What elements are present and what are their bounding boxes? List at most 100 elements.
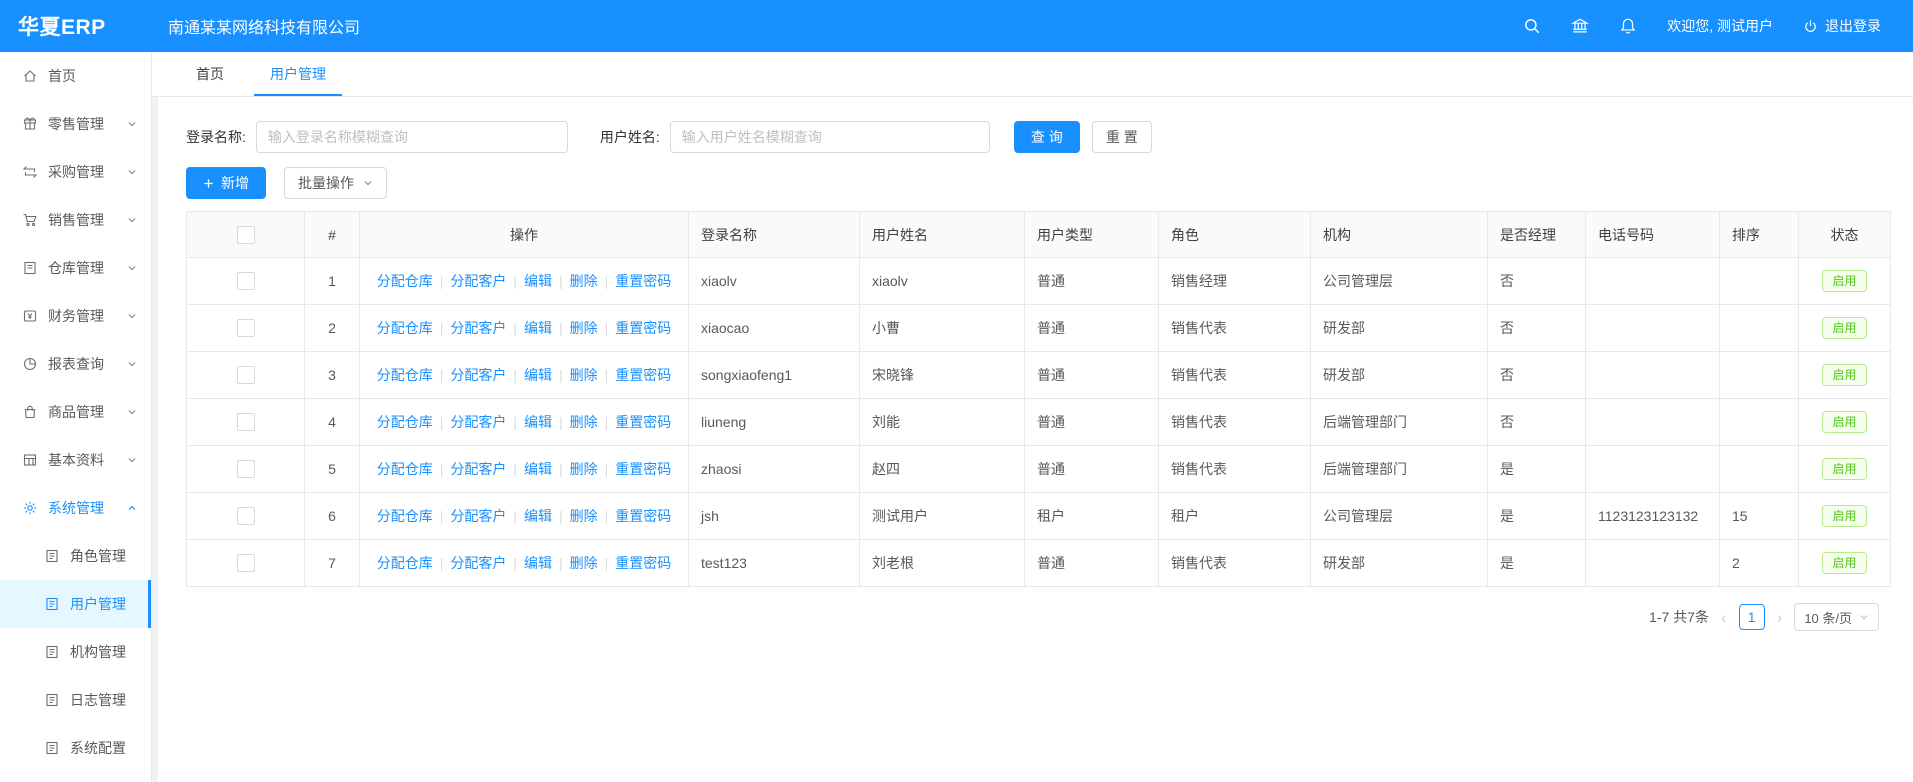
assign-customer-link[interactable]: 分配客户: [450, 555, 506, 571]
sidebar-item-finance[interactable]: 财务管理: [0, 292, 151, 340]
sidebar-item-purchase[interactable]: 采购管理: [0, 148, 151, 196]
batch-operations-button[interactable]: 批量操作: [284, 167, 387, 199]
sidebar-item-warehouse[interactable]: 仓库管理: [0, 244, 151, 292]
reset-button[interactable]: 重 置: [1092, 121, 1152, 153]
sidebar-item-retail[interactable]: 零售管理: [0, 100, 151, 148]
assign-warehouse-link[interactable]: 分配仓库: [377, 414, 433, 430]
prev-page-button[interactable]: ‹: [1718, 609, 1730, 626]
page-number-button[interactable]: 1: [1739, 604, 1765, 630]
link-separator: |: [513, 414, 517, 430]
delete-link[interactable]: 删除: [570, 367, 598, 383]
reset-password-link[interactable]: 重置密码: [615, 461, 671, 477]
bank-icon[interactable]: [1571, 17, 1589, 35]
sidebar-item-role-management[interactable]: 角色管理: [0, 532, 151, 580]
row-checkbox[interactable]: [237, 413, 255, 431]
reset-password-link[interactable]: 重置密码: [615, 508, 671, 524]
edit-link[interactable]: 编辑: [524, 367, 552, 383]
row-checkbox[interactable]: [237, 507, 255, 525]
status-badge[interactable]: 启用: [1822, 505, 1866, 527]
assign-warehouse-link[interactable]: 分配仓库: [377, 320, 433, 336]
reset-password-link[interactable]: 重置密码: [615, 320, 671, 336]
row-checkbox[interactable]: [237, 460, 255, 478]
menu-item-label: 系统管理: [48, 498, 127, 518]
chevron-down-icon: [1859, 612, 1869, 622]
link-separator: |: [559, 508, 563, 524]
tab-user-management[interactable]: 用户管理: [254, 52, 342, 96]
organization-cell: 研发部: [1311, 305, 1488, 352]
assign-warehouse-link[interactable]: 分配仓库: [377, 367, 433, 383]
add-button[interactable]: 新增: [186, 167, 266, 199]
delete-link[interactable]: 删除: [570, 273, 598, 289]
assign-warehouse-link[interactable]: 分配仓库: [377, 461, 433, 477]
column-header-status: 状态: [1799, 212, 1891, 258]
bag-icon: [22, 404, 38, 420]
doc-icon: [44, 692, 60, 708]
reset-password-link[interactable]: 重置密码: [615, 367, 671, 383]
delete-link[interactable]: 删除: [570, 555, 598, 571]
sidebar-item-sales[interactable]: 销售管理: [0, 196, 151, 244]
edit-link[interactable]: 编辑: [524, 320, 552, 336]
sidebar-menu: 首页零售管理采购管理销售管理仓库管理财务管理报表查询商品管理基本资料系统管理角色…: [0, 52, 151, 772]
user-type-cell: 普通: [1025, 258, 1159, 305]
sidebar-item-goods[interactable]: 商品管理: [0, 388, 151, 436]
select-all-checkbox[interactable]: [237, 226, 255, 244]
assign-customer-link[interactable]: 分配客户: [450, 367, 506, 383]
delete-link[interactable]: 删除: [570, 414, 598, 430]
sidebar-item-basic-data[interactable]: 基本资料: [0, 436, 151, 484]
edit-link[interactable]: 编辑: [524, 461, 552, 477]
organization-cell: 公司管理层: [1311, 258, 1488, 305]
edit-link[interactable]: 编辑: [524, 273, 552, 289]
user-name-input[interactable]: [670, 121, 990, 153]
status-badge[interactable]: 启用: [1822, 364, 1866, 386]
delete-link[interactable]: 删除: [570, 508, 598, 524]
row-checkbox[interactable]: [237, 319, 255, 337]
reset-password-link[interactable]: 重置密码: [615, 273, 671, 289]
row-number-cell: 2: [305, 305, 360, 352]
sidebar-item-log-management[interactable]: 日志管理: [0, 676, 151, 724]
sidebar-item-system-config[interactable]: 系统配置: [0, 724, 151, 772]
pagination: 1-7 共7条 ‹ 1 › 10 条/页: [186, 603, 1879, 631]
login-name-input[interactable]: [256, 121, 568, 153]
status-badge[interactable]: 启用: [1822, 552, 1866, 574]
link-separator: |: [440, 555, 444, 571]
assign-customer-link[interactable]: 分配客户: [450, 508, 506, 524]
logout-button[interactable]: 退出登录: [1803, 16, 1881, 36]
delete-link[interactable]: 删除: [570, 320, 598, 336]
assign-warehouse-link[interactable]: 分配仓库: [377, 273, 433, 289]
status-badge[interactable]: 启用: [1822, 317, 1866, 339]
row-checkbox[interactable]: [237, 554, 255, 572]
edit-link[interactable]: 编辑: [524, 414, 552, 430]
assign-customer-link[interactable]: 分配客户: [450, 414, 506, 430]
sidebar-item-reports[interactable]: 报表查询: [0, 340, 151, 388]
tab-home[interactable]: 首页: [180, 52, 240, 96]
sidebar-item-user-management[interactable]: 用户管理: [0, 580, 151, 628]
edit-link[interactable]: 编辑: [524, 508, 552, 524]
reset-password-link[interactable]: 重置密码: [615, 414, 671, 430]
organization-cell: 后端管理部门: [1311, 446, 1488, 493]
delete-link[interactable]: 删除: [570, 461, 598, 477]
link-separator: |: [605, 555, 609, 571]
chevron-down-icon: [127, 263, 137, 273]
sidebar-item-org-management[interactable]: 机构管理: [0, 628, 151, 676]
row-checkbox[interactable]: [237, 366, 255, 384]
assign-warehouse-link[interactable]: 分配仓库: [377, 508, 433, 524]
sidebar-item-system[interactable]: 系统管理: [0, 484, 151, 532]
edit-link[interactable]: 编辑: [524, 555, 552, 571]
status-badge[interactable]: 启用: [1822, 458, 1866, 480]
status-badge[interactable]: 启用: [1822, 411, 1866, 433]
reset-password-link[interactable]: 重置密码: [615, 555, 671, 571]
assign-customer-link[interactable]: 分配客户: [450, 320, 506, 336]
page-size-select[interactable]: 10 条/页: [1794, 603, 1879, 631]
row-checkbox[interactable]: [237, 272, 255, 290]
cart-icon: [22, 212, 38, 228]
sidebar-item-home[interactable]: 首页: [0, 52, 151, 100]
menu-item-label: 日志管理: [70, 690, 137, 710]
assign-customer-link[interactable]: 分配客户: [450, 461, 506, 477]
search-button[interactable]: 查 询: [1014, 121, 1080, 153]
bell-icon[interactable]: [1619, 17, 1637, 35]
assign-warehouse-link[interactable]: 分配仓库: [377, 555, 433, 571]
search-icon[interactable]: [1523, 17, 1541, 35]
status-badge[interactable]: 启用: [1822, 270, 1866, 292]
assign-customer-link[interactable]: 分配客户: [450, 273, 506, 289]
next-page-button[interactable]: ›: [1774, 609, 1786, 626]
